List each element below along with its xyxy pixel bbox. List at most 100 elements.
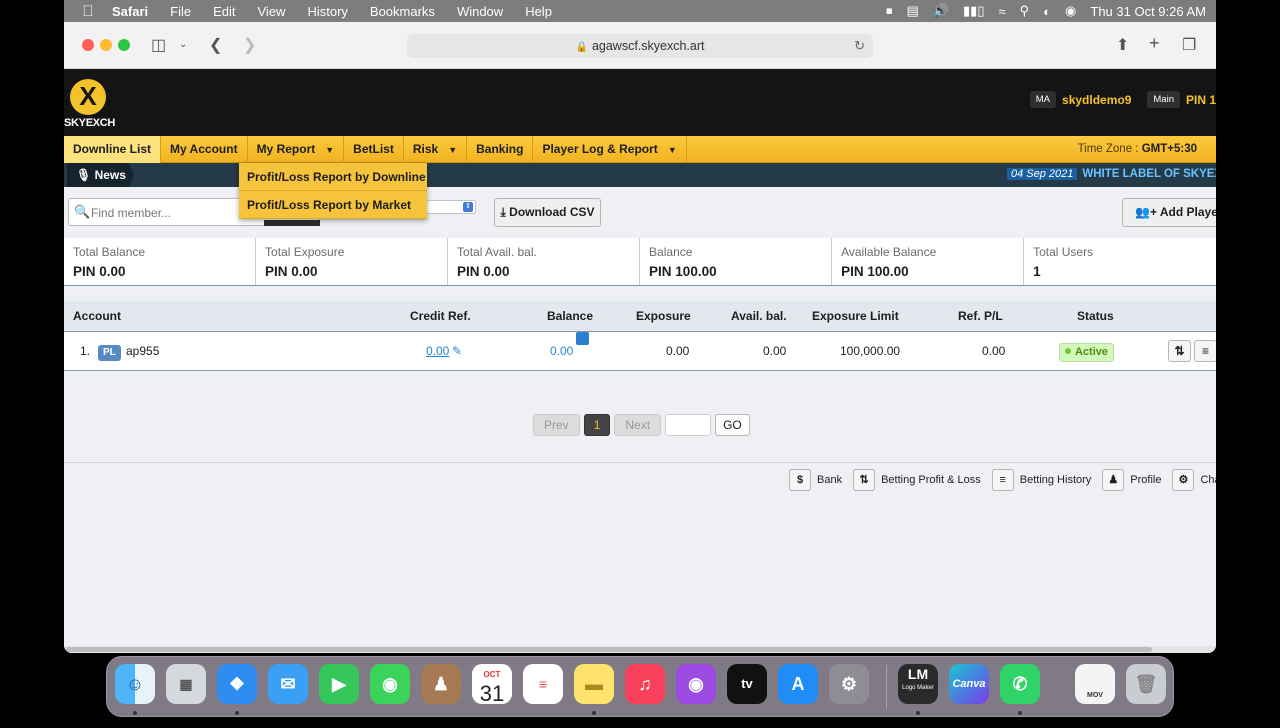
legend-profile: ♟ Profile: [1102, 469, 1161, 491]
search-button[interactable]: [264, 220, 320, 226]
minimize-window-button[interactable]: [100, 39, 112, 51]
summary-total-users: Total Users 1: [1024, 238, 1216, 285]
download-csv-button[interactable]: ⤓ Download CSV: [494, 198, 601, 227]
close-window-button[interactable]: [82, 39, 94, 51]
canva-icon[interactable]: Canva: [949, 664, 989, 704]
account-name[interactable]: ap955: [126, 332, 159, 371]
caret-down-icon: ▼: [667, 144, 677, 155]
launchpad-icon[interactable]: ▦: [166, 664, 206, 704]
timezone: Time Zone : GMT+5:30: [1078, 143, 1216, 155]
dropdown-pl-by-downline[interactable]: Profit/Loss Report by Downline: [239, 163, 427, 191]
prev-button[interactable]: Prev: [533, 414, 580, 436]
menu-window[interactable]: Window: [457, 4, 503, 19]
horizontal-scrollbar[interactable]: [64, 646, 1216, 653]
nav-downline-list[interactable]: Downline List: [64, 135, 161, 163]
safari-icon[interactable]: ❖: [217, 664, 257, 704]
calendar-icon[interactable]: OCT 31: [472, 664, 512, 706]
control-center-icon[interactable]: ◐: [1043, 4, 1051, 19]
menu-app-safari[interactable]: Safari: [112, 4, 148, 19]
address-bar[interactable]: 🔒 agawscf.skyexch.art ↻: [407, 34, 873, 58]
whatsapp-icon[interactable]: ✆: [1000, 664, 1040, 704]
sidebar-icon[interactable]: ◫: [151, 35, 166, 55]
share-icon[interactable]: ⬆: [1116, 35, 1129, 55]
app-store-icon[interactable]: A: [778, 664, 818, 704]
menu-view[interactable]: View: [258, 4, 286, 19]
dock-separator: [886, 665, 887, 709]
nav-my-account[interactable]: My Account: [161, 135, 248, 163]
spotlight-icon[interactable]: ⚲: [1020, 3, 1030, 19]
nav-my-report[interactable]: My Report ▼: [248, 135, 345, 163]
nav-banking[interactable]: Banking: [467, 135, 534, 163]
go-button[interactable]: GO: [715, 414, 750, 436]
betting-history-icon[interactable]: ≡: [1194, 340, 1216, 362]
nav-label: Banking: [476, 141, 524, 156]
menu-bookmarks[interactable]: Bookmarks: [370, 4, 435, 19]
browser-window: ◫ ⌄ ❮ ❯ 🔒 agawscf.skyexch.art ↻ ⬆ + ❐ X S…: [64, 22, 1216, 653]
nav-risk[interactable]: Risk ▼: [404, 135, 468, 163]
menu-history[interactable]: History: [307, 4, 347, 19]
stop-recording-icon[interactable]: ⏹: [886, 3, 893, 19]
wifi-icon[interactable]: ≈: [999, 4, 1006, 19]
forward-icon[interactable]: ❯: [243, 35, 256, 55]
music-icon[interactable]: ♫: [625, 664, 665, 704]
reminders-icon[interactable]: ≡: [523, 664, 563, 704]
messages-icon[interactable]: ◉: [370, 664, 410, 704]
header-status: Status: [1077, 309, 1114, 323]
news-button[interactable]: 🎙 News: [67, 163, 134, 187]
menu-help[interactable]: Help: [525, 4, 552, 19]
news-bar: 🎙 News 04 Sep 2021 WHITE LABEL OF SKYEXCH: [64, 163, 1216, 187]
scrollbar-thumb[interactable]: [66, 647, 1152, 652]
next-button[interactable]: Next: [614, 414, 662, 436]
icon-legend: $ Bank ⇅ Betting Profit & Loss ≡ Betting Hi…: [789, 469, 1216, 491]
mov-file-icon[interactable]: MOV: [1075, 664, 1115, 704]
trash-icon[interactable]: 🗑: [1126, 664, 1166, 704]
logo-mark-icon: X: [70, 79, 106, 115]
nav-player-log-report[interactable]: Player Log & Report ▼: [533, 135, 687, 163]
menu-edit[interactable]: Edit: [213, 4, 235, 19]
siri-icon[interactable]: ◉: [1065, 3, 1076, 19]
volume-icon[interactable]: 🔊: [933, 3, 949, 19]
page-1-button[interactable]: 1: [583, 414, 611, 436]
summary-value: 1: [1033, 264, 1041, 279]
credit-ref-link[interactable]: 0.00: [426, 332, 449, 371]
notes-icon[interactable]: ▬: [574, 664, 614, 704]
chevron-down-icon[interactable]: ⌄: [179, 39, 187, 50]
macos-dock: ☺ ▦ ❖ ✉ ▶ ◉ ♟ OCT 31 ≡ ▬ ♫ ◉ tv A ⚙ LM Log…: [106, 656, 1174, 717]
zoom-window-button[interactable]: [118, 39, 130, 51]
logo-maker-icon[interactable]: LM Logo Maker: [898, 664, 938, 704]
status-select[interactable]: ⇕: [424, 200, 476, 214]
system-preferences-icon[interactable]: ⚙: [829, 664, 869, 704]
add-player-button[interactable]: 👥+ Add Player: [1122, 198, 1216, 227]
display-icon[interactable]: ▤: [907, 3, 919, 19]
add-balance-icon[interactable]: +: [576, 332, 589, 358]
logo-maker-label: Logo Maker: [902, 685, 934, 691]
apple-tv-icon[interactable]: tv: [727, 664, 767, 704]
menu-file[interactable]: File: [170, 4, 191, 19]
edit-pencil-icon[interactable]: ✎: [452, 332, 462, 371]
legend-label: Bank: [817, 474, 843, 486]
back-icon[interactable]: ❮: [209, 35, 222, 55]
betting-pl-icon[interactable]: ⇅: [1168, 340, 1191, 362]
reload-icon[interactable]: ↻: [854, 34, 865, 58]
menu-clock[interactable]: Thu 31 Oct 9:26 AM: [1090, 4, 1206, 19]
page-number-input[interactable]: [665, 414, 712, 436]
mail-icon[interactable]: ✉: [268, 664, 308, 704]
facetime-icon[interactable]: ▶: [319, 664, 359, 704]
search-input[interactable]: Find member...: [91, 206, 171, 220]
finder-icon[interactable]: ☺: [115, 664, 155, 704]
news-date: 04 Sep 2021: [1007, 168, 1078, 180]
nav-betlist[interactable]: BetList: [344, 135, 404, 163]
new-tab-icon[interactable]: +: [1149, 33, 1160, 54]
podcasts-icon[interactable]: ◉: [676, 664, 716, 704]
news-ticker[interactable]: 04 Sep 2021 WHITE LABEL OF SKYEXCH: [1007, 168, 1216, 180]
apple-icon[interactable]: : [64, 3, 112, 20]
nav-label: BetList: [353, 141, 394, 156]
tab-overview-icon[interactable]: ❐: [1182, 35, 1196, 55]
site-logo[interactable]: X SKYEXCH: [64, 77, 116, 131]
running-indicator: [1018, 711, 1022, 715]
contacts-icon[interactable]: ♟: [421, 664, 461, 704]
battery-icon[interactable]: ▮▮▯: [963, 3, 984, 19]
calendar-day: 31: [479, 681, 505, 706]
dropdown-pl-by-market[interactable]: Profit/Loss Report by Market: [239, 191, 427, 219]
header-exposure: Exposure: [636, 309, 691, 323]
